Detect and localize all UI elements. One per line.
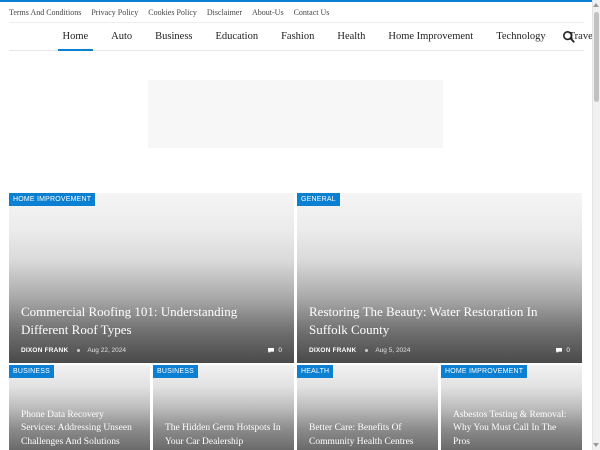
- link-disclaimer[interactable]: Disclaimer: [207, 8, 242, 17]
- card-title[interactable]: Better Care: Benefits Of Community Healt…: [309, 422, 428, 449]
- link-privacy[interactable]: Privacy Policy: [91, 8, 138, 17]
- nav-item-health[interactable]: Health: [332, 23, 370, 50]
- comments-number: 0: [566, 347, 570, 354]
- author-name[interactable]: DIXON FRANK: [21, 347, 68, 354]
- nav-item-home[interactable]: Home: [57, 23, 94, 51]
- nav-item-technology[interactable]: Technology: [491, 23, 550, 50]
- category-badge[interactable]: GENERAL: [297, 193, 340, 206]
- nav-item-business[interactable]: Business: [150, 23, 197, 50]
- scroll-down-arrow-icon[interactable]: [593, 443, 599, 447]
- meta-separator: [365, 349, 369, 352]
- top-links-bar: Terms And Conditions Privacy Policy Cook…: [0, 2, 592, 22]
- main-nav: Home Auto Business Education Fashion Hea…: [9, 22, 596, 51]
- card-meta: DIXON FRANK Aug 5, 2024 0: [309, 347, 570, 354]
- featured-card[interactable]: HOME IMPROVEMENT Commercial Roofing 101:…: [9, 193, 294, 363]
- post-card[interactable]: BUSINESS The Hidden Germ Hotspots In You…: [153, 365, 294, 450]
- link-cookies[interactable]: Cookies Policy: [148, 8, 197, 17]
- link-terms[interactable]: Terms And Conditions: [9, 8, 81, 17]
- nav-item-education[interactable]: Education: [211, 23, 264, 50]
- category-badge[interactable]: BUSINESS: [9, 365, 54, 378]
- post-card[interactable]: BUSINESS Phone Data Recovery Services: A…: [9, 365, 150, 450]
- search-icon: [562, 30, 575, 43]
- nav-item-fashion[interactable]: Fashion: [276, 23, 319, 50]
- link-contact[interactable]: Contact Us: [294, 8, 330, 17]
- post-card[interactable]: HEALTH Better Care: Benefits Of Communit…: [297, 365, 438, 450]
- category-badge[interactable]: HEALTH: [297, 365, 334, 378]
- category-badge[interactable]: BUSINESS: [153, 365, 198, 378]
- comments-count[interactable]: 0: [267, 347, 282, 354]
- card-meta: DIXON FRANK Aug 22, 2024 0: [21, 347, 282, 354]
- post-date: Aug 22, 2024: [87, 347, 127, 354]
- ad-placeholder: [148, 80, 443, 148]
- page-scrollbar[interactable]: [592, 0, 600, 450]
- comment-icon: [268, 348, 275, 353]
- category-badge[interactable]: HOME IMPROVEMENT: [441, 365, 528, 378]
- comments-count[interactable]: 0: [555, 347, 570, 354]
- category-badge[interactable]: HOME IMPROVEMENT: [9, 193, 96, 206]
- post-date: Aug 5, 2024: [375, 347, 411, 354]
- card-title[interactable]: Commercial Roofing 101: Understanding Di…: [21, 303, 282, 339]
- scroll-thumb[interactable]: [594, 12, 599, 102]
- author-name[interactable]: DIXON FRANK: [309, 347, 356, 354]
- nav-item-home-improvement[interactable]: Home Improvement: [383, 23, 478, 50]
- comment-icon: [556, 348, 563, 353]
- scroll-up-arrow-icon[interactable]: [593, 3, 599, 7]
- comments-number: 0: [278, 347, 282, 354]
- card-title[interactable]: The Hidden Germ Hotspots In Your Car Dea…: [165, 422, 284, 449]
- post-card[interactable]: HOME IMPROVEMENT Asbestos Testing & Remo…: [441, 365, 582, 450]
- card-title[interactable]: Phone Data Recovery Services: Addressing…: [21, 409, 140, 450]
- nav-items: Home Auto Business Education Fashion Hea…: [9, 23, 600, 51]
- card-title[interactable]: Restoring The Beauty: Water Restoration …: [309, 303, 570, 339]
- meta-separator: [77, 349, 81, 352]
- nav-item-auto[interactable]: Auto: [106, 23, 137, 50]
- featured-card[interactable]: GENERAL Restoring The Beauty: Water Rest…: [297, 193, 582, 363]
- card-title[interactable]: Asbestos Testing & Removal: Why You Must…: [453, 409, 572, 450]
- link-about[interactable]: About-Us: [252, 8, 284, 17]
- search-button[interactable]: [562, 30, 576, 44]
